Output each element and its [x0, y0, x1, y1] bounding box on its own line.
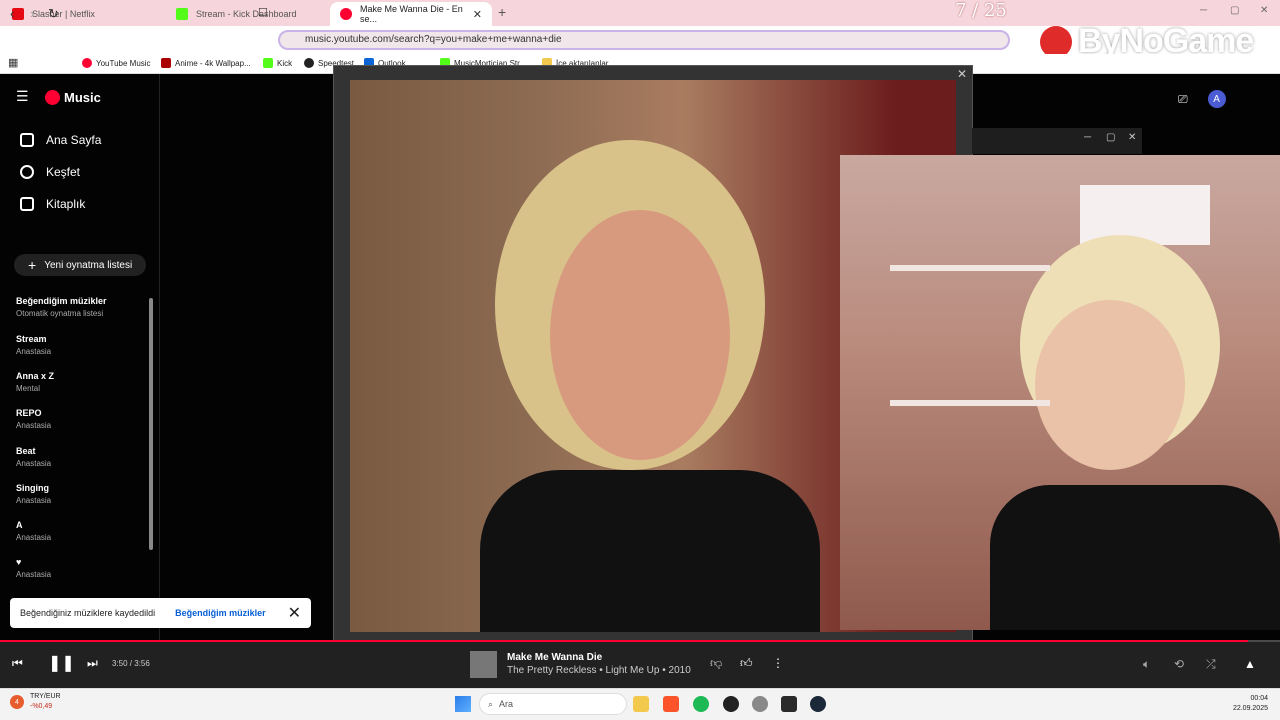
menu-icon[interactable]: ☰ [16, 88, 29, 105]
sidebar-item-library[interactable]: Kitaplık [20, 197, 85, 211]
close-tab-icon[interactable]: ✕ [473, 8, 482, 21]
track-title[interactable]: Make Me Wanna Die [507, 652, 602, 663]
clothing-shape [480, 470, 820, 632]
search-icon: ⌕ [488, 698, 494, 709]
face-shape [550, 210, 730, 460]
track-subtitle[interactable]: The Pretty Reckless • Light Me Up • 2010 [507, 665, 691, 676]
sidebar [0, 74, 160, 640]
shelf [890, 400, 1050, 406]
reload-icon[interactable]: ↻ [48, 6, 59, 22]
tab-kick[interactable]: Stream - Kick Dashboard [166, 2, 331, 26]
close-video-icon[interactable]: ✕ [957, 67, 967, 81]
shuffle-icon[interactable]: ⤮ [1206, 657, 1216, 672]
home-icon [20, 133, 34, 147]
playlist-item[interactable]: Singing Anastasia [16, 483, 51, 505]
spotify-icon[interactable] [693, 696, 709, 712]
bookmark-icon[interactable]: ☐ [258, 6, 268, 19]
settings-gear-icon[interactable] [752, 696, 768, 712]
close-icon[interactable]: ✕ [288, 603, 301, 623]
url-text[interactable]: music.youtube.com/search?q=you+make+me+w… [305, 34, 562, 45]
shelf [890, 265, 1050, 271]
kick-icon [176, 8, 188, 20]
overlay-counter: 7 / 25 [955, 0, 1007, 21]
playlist-item[interactable]: REPO Anastasia [16, 408, 51, 430]
avatar[interactable]: A [1207, 90, 1226, 108]
cast-icon[interactable]: ⎚ [1178, 92, 1188, 107]
header-actions: ⎚ A [1178, 90, 1226, 108]
shelf-decor [1080, 185, 1210, 245]
compass-icon [20, 165, 34, 179]
forward-icon[interactable]: › [30, 6, 34, 21]
pause-icon[interactable]: ❚❚ [48, 653, 75, 673]
bookmark-kick[interactable]: Kick [263, 58, 292, 68]
bookmark-youtube-music[interactable]: YouTube Music [82, 58, 151, 68]
webcam-face-shape [1035, 300, 1185, 470]
minimize-icon[interactable]: ─ [1200, 5, 1207, 16]
webcam-overlay [840, 155, 1280, 630]
playlist-item[interactable]: Beğendiğim müzikler Otomatik oynatma list… [16, 296, 107, 318]
webcam-clothing-shape [990, 485, 1280, 630]
steam-icon[interactable] [810, 696, 826, 712]
library-icon [20, 197, 34, 211]
playlist-item[interactable]: ♥ Anastasia [16, 557, 51, 579]
youtube-music-icon [340, 8, 352, 20]
maximize-icon[interactable]: ▢ [1106, 132, 1115, 143]
youtube-music-logo[interactable]: Music [45, 90, 101, 105]
brave-browser-icon[interactable] [663, 696, 679, 712]
sidebar-item-home[interactable]: Ana Sayfa [20, 133, 101, 147]
playlist-item[interactable]: Anna x Z Mental [16, 371, 54, 393]
ticker-widget[interactable]: 4 TRY/EUR -%0,49 [10, 692, 61, 712]
epic-games-icon[interactable] [781, 696, 797, 712]
toast-notification: Beğendiğiniz müziklere kaydedildi Beğend… [10, 598, 311, 628]
new-playlist-button[interactable]: + Yeni oynatma listesi [14, 254, 146, 276]
album-art[interactable] [470, 651, 497, 678]
more-options-icon[interactable]: ⋮ [772, 656, 784, 670]
youtube-music-logo-icon [45, 90, 60, 105]
player-bar [0, 640, 1280, 688]
next-icon[interactable]: ⏭ [87, 656, 98, 671]
close-window-icon[interactable]: ✕ [1128, 132, 1136, 143]
bynogame-logo-icon [1040, 25, 1072, 58]
playlist-item[interactable]: A Anastasia [16, 520, 51, 542]
playlist-item[interactable]: Beat Anastasia [16, 446, 51, 468]
expand-player-icon[interactable]: ▲ [1244, 657, 1256, 671]
back-icon[interactable]: ‹ [10, 6, 14, 21]
close-window-icon[interactable]: ✕ [1260, 5, 1268, 16]
repeat-icon[interactable]: ⟲ [1174, 657, 1184, 671]
progress-bar[interactable] [0, 640, 1280, 642]
file-explorer-icon[interactable] [633, 696, 649, 712]
volume-icon[interactable]: 🔈︎ [1143, 657, 1150, 672]
toast-action-link[interactable]: Beğendiğim müzikler [175, 608, 266, 618]
playlist-item[interactable]: Stream Anastasia [16, 334, 51, 356]
previous-icon[interactable]: ⏮ [12, 656, 23, 671]
like-icon[interactable]: 👍︎ [740, 656, 753, 671]
time-display: 3:50 / 3:56 [112, 659, 150, 668]
new-tab-button[interactable]: + [498, 4, 506, 20]
sidebar-scrollbar[interactable] [149, 298, 153, 550]
ticker-badge: 4 [10, 695, 24, 709]
bookmark-anime[interactable]: Anime - 4k Wallpap... [161, 58, 251, 68]
plus-icon: + [28, 257, 37, 273]
taskbar-search[interactable]: ⌕ Ara [479, 693, 627, 715]
webcam-window-titlebar: ─ ▢ ✕ [972, 128, 1142, 154]
obs-icon[interactable] [723, 696, 739, 712]
sidebar-item-explore[interactable]: Keşfet [20, 165, 80, 179]
dislike-icon[interactable]: 👎︎ [710, 656, 722, 671]
system-clock[interactable]: 00:04 22.09.2025 [1226, 694, 1268, 714]
tab-netflix[interactable]: Slasher | Netflix [2, 2, 167, 26]
progress-fill [0, 640, 1248, 642]
apps-grid-icon[interactable]: ▦ [8, 56, 18, 69]
maximize-icon[interactable]: ▢ [1230, 5, 1239, 16]
windows-start-icon[interactable] [455, 696, 471, 712]
tab-youtube-music[interactable]: Make Me Wanna Die - En se... ✕ [330, 2, 492, 26]
minimize-icon[interactable]: ─ [1084, 132, 1091, 143]
